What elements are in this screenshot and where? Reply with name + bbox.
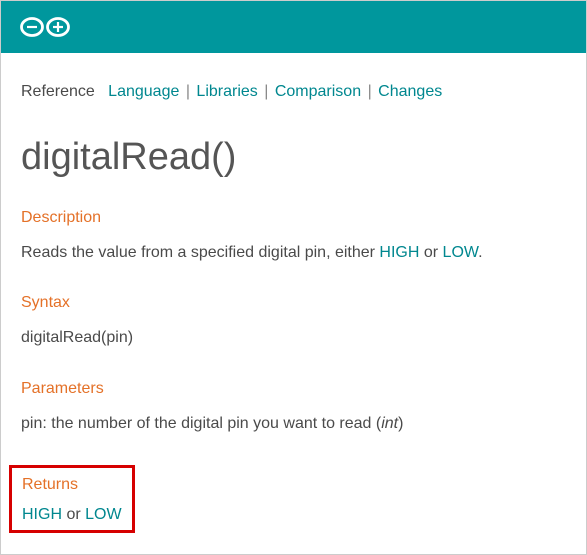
description-period: . xyxy=(478,244,482,261)
returns-text: HIGH or LOW xyxy=(22,506,122,524)
breadcrumb-language[interactable]: Language xyxy=(108,83,179,100)
breadcrumb-sep: | xyxy=(368,83,372,100)
breadcrumb-label: Reference xyxy=(21,83,95,100)
link-high[interactable]: HIGH xyxy=(379,244,419,261)
link-low-returns[interactable]: LOW xyxy=(85,506,121,523)
header xyxy=(1,1,586,53)
parameters-type: int xyxy=(381,415,398,432)
breadcrumb-comparison[interactable]: Comparison xyxy=(275,83,361,100)
parameters-prefix: pin: the number of the digital pin you w… xyxy=(21,415,381,432)
returns-heading: Returns xyxy=(22,476,122,494)
description-or: or xyxy=(419,244,442,261)
content: Reference Language | Libraries | Compari… xyxy=(1,53,586,553)
parameters-text: pin: the number of the digital pin you w… xyxy=(21,413,566,435)
page-title: digitalRead() xyxy=(21,136,566,179)
returns-or: or xyxy=(62,506,85,523)
breadcrumb-changes[interactable]: Changes xyxy=(378,83,442,100)
breadcrumb-sep: | xyxy=(186,83,190,100)
description-prefix: Reads the value from a specified digital… xyxy=(21,244,379,261)
description-heading: Description xyxy=(21,209,566,227)
breadcrumb-sep: | xyxy=(264,83,268,100)
infinity-icon xyxy=(19,14,71,40)
breadcrumb: Reference Language | Libraries | Compari… xyxy=(21,83,566,101)
description-text: Reads the value from a specified digital… xyxy=(21,242,566,264)
parameters-heading: Parameters xyxy=(21,380,566,398)
breadcrumb-libraries[interactable]: Libraries xyxy=(196,83,257,100)
link-low[interactable]: LOW xyxy=(443,244,479,261)
syntax-text: digitalRead(pin) xyxy=(21,327,566,349)
arduino-logo[interactable] xyxy=(19,14,71,40)
parameters-suffix: ) xyxy=(398,415,403,432)
returns-highlight-box: Returns HIGH or LOW xyxy=(9,465,135,533)
link-high-returns[interactable]: HIGH xyxy=(22,506,62,523)
syntax-heading: Syntax xyxy=(21,294,566,312)
